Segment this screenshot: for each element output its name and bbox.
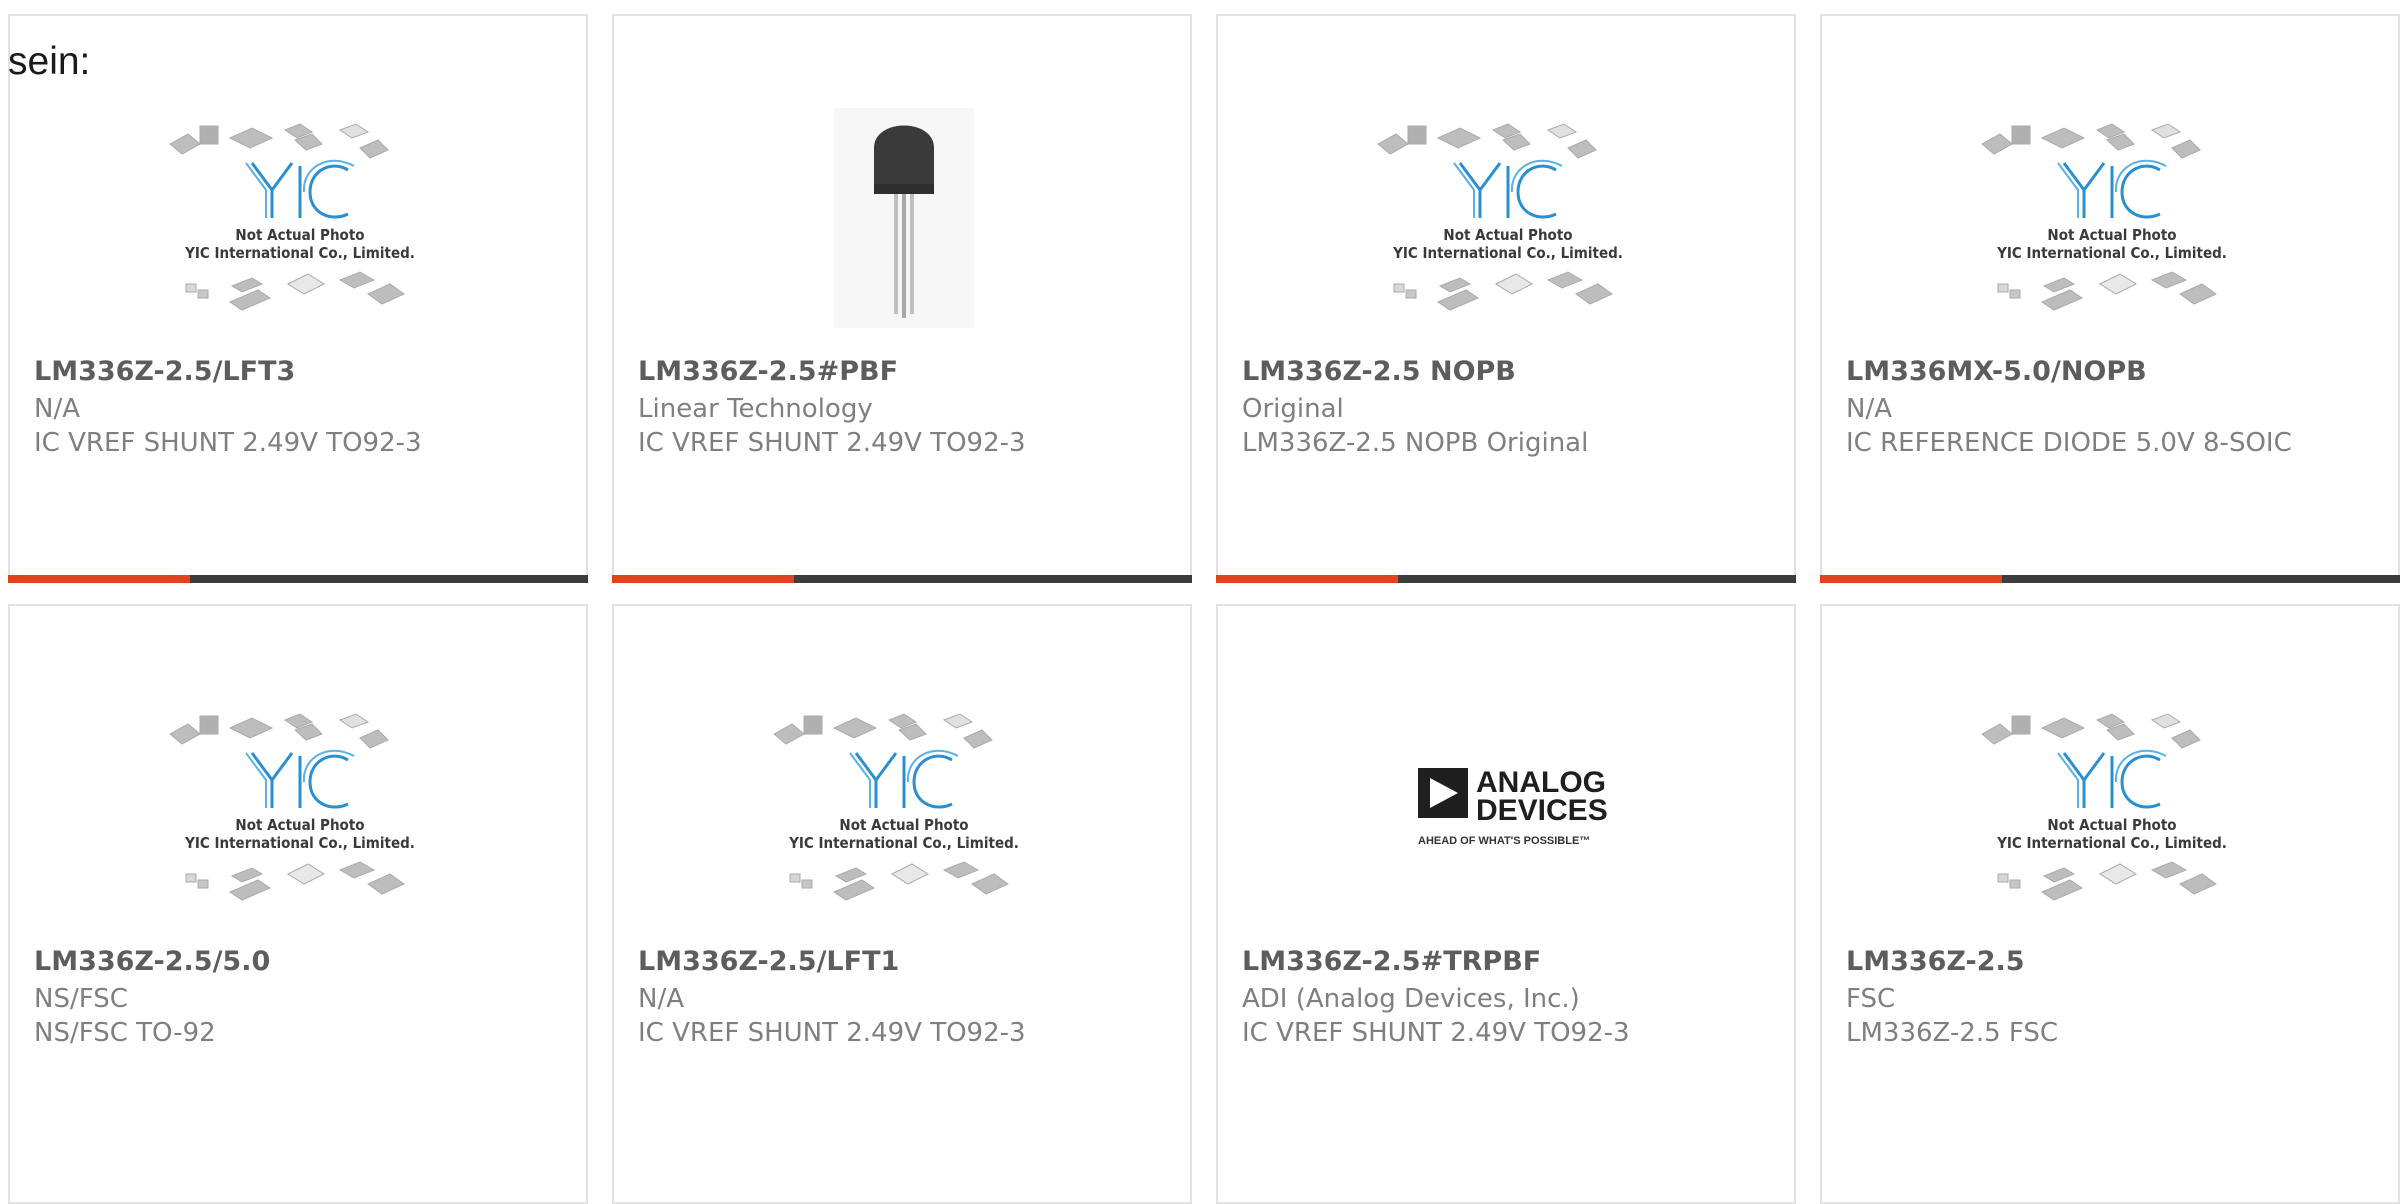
description: IC VREF SHUNT 2.49V TO92-3 [1242,1018,1630,1048]
product-card[interactable]: ANALOG DEVICES AHEAD OF WHAT'S POSSIBLE™… [1216,604,1796,1204]
card-bar [612,575,1192,583]
yic-placeholder-icon: Not Actual Photo YIC International Co., … [169,713,415,901]
product-card[interactable]: Not Actual Photo YIC International Co., … [8,14,588,583]
svg-text:Not Actual Photo: Not Actual Photo [1443,226,1572,244]
product-image-placeholder: Not Actual Photo YIC International Co., … [1822,678,2400,958]
part-number[interactable]: LM336Z-2.5#PBF [638,356,898,387]
svg-text:DEVICES: DEVICES [1476,794,1608,827]
product-card[interactable]: Not Actual Photo YIC International Co., … [612,604,1192,1204]
yic-placeholder-icon: Not Actual Photo YIC International Co., … [1377,123,1623,311]
svg-text:Not Actual Photo: Not Actual Photo [235,816,364,834]
product-image [614,88,1194,368]
svg-text:YIC International Co., Limited: YIC International Co., Limited. [184,834,415,852]
card-bar [1216,575,1796,583]
product-image-placeholder: Not Actual Photo YIC International Co., … [10,88,590,368]
manufacturer: FSC [1846,984,1896,1014]
yic-placeholder-icon: Not Actual Photo YIC International Co., … [1981,713,2227,901]
svg-text:YIC International Co., Limited: YIC International Co., Limited. [1996,834,2227,852]
product-card[interactable]: Not Actual Photo YIC International Co., … [1216,14,1796,583]
product-image-placeholder: Not Actual Photo YIC International Co., … [614,678,1194,958]
svg-text:Not Actual Photo: Not Actual Photo [235,226,364,244]
manufacturer: N/A [1846,394,1892,424]
part-number[interactable]: LM336Z-2.5/LFT1 [638,946,899,977]
manufacturer: N/A [638,984,684,1014]
product-card[interactable]: LM336Z-2.5#PBF Linear Technology IC VREF… [612,14,1192,583]
yic-placeholder-icon: Not Actual Photo YIC International Co., … [773,713,1019,901]
part-number[interactable]: LM336MX-5.0/NOPB [1846,356,2147,387]
product-image: ANALOG DEVICES AHEAD OF WHAT'S POSSIBLE™ [1218,678,1798,958]
description: LM336Z-2.5 FSC [1846,1018,2059,1048]
analog-devices-logo-icon: ANALOG DEVICES AHEAD OF WHAT'S POSSIBLE™ [1418,766,1608,847]
manufacturer: Original [1242,394,1344,424]
description: NS/FSC TO-92 [34,1018,216,1048]
yic-placeholder-icon: Not Actual Photo YIC International Co., … [169,123,415,311]
manufacturer: NS/FSC [34,984,128,1014]
part-number[interactable]: LM336Z-2.5#TRPBF [1242,946,1541,977]
part-number[interactable]: LM336Z-2.5/5.0 [34,946,270,977]
part-number[interactable]: LM336Z-2.5 [1846,946,2025,977]
manufacturer: ADI (Analog Devices, Inc.) [1242,984,1580,1014]
part-number[interactable]: LM336Z-2.5 NOPB [1242,356,1516,387]
svg-text:Not Actual Photo: Not Actual Photo [2047,226,2176,244]
product-card[interactable]: Not Actual Photo YIC International Co., … [1820,604,2400,1204]
product-image-placeholder: Not Actual Photo YIC International Co., … [1822,88,2400,368]
product-grid: Not Actual Photo YIC International Co., … [8,14,2400,1204]
description: IC VREF SHUNT 2.49V TO92-3 [34,428,422,458]
svg-text:YIC International Co., Limited: YIC International Co., Limited. [184,244,415,262]
product-image-placeholder: Not Actual Photo YIC International Co., … [10,678,590,958]
card-bar [8,575,588,583]
svg-text:YIC International Co., Limited: YIC International Co., Limited. [788,834,1019,852]
svg-text:YIC International Co., Limited: YIC International Co., Limited. [1996,244,2227,262]
product-card[interactable]: Not Actual Photo YIC International Co., … [8,604,588,1204]
manufacturer: Linear Technology [638,394,873,424]
card-bar [1820,575,2400,583]
svg-text:YIC International Co., Limited: YIC International Co., Limited. [1392,244,1623,262]
product-card[interactable]: Not Actual Photo YIC International Co., … [1820,14,2400,583]
svg-text:Not Actual Photo: Not Actual Photo [839,816,968,834]
part-number[interactable]: LM336Z-2.5/LFT3 [34,356,295,387]
svg-text:Not Actual Photo: Not Actual Photo [2047,816,2176,834]
description: LM336Z-2.5 NOPB Original [1242,428,1589,458]
svg-text:AHEAD OF WHAT'S POSSIBLE™: AHEAD OF WHAT'S POSSIBLE™ [1418,835,1590,847]
intro-text: sein: [8,40,91,83]
description: IC REFERENCE DIODE 5.0V 8-SOIC [1846,428,2292,458]
product-image-placeholder: Not Actual Photo YIC International Co., … [1218,88,1798,368]
description: IC VREF SHUNT 2.49V TO92-3 [638,428,1026,458]
manufacturer: N/A [34,394,80,424]
to92-transistor-icon [834,108,974,328]
description: IC VREF SHUNT 2.49V TO92-3 [638,1018,1026,1048]
yic-placeholder-icon: Not Actual Photo YIC International Co., … [1981,123,2227,311]
